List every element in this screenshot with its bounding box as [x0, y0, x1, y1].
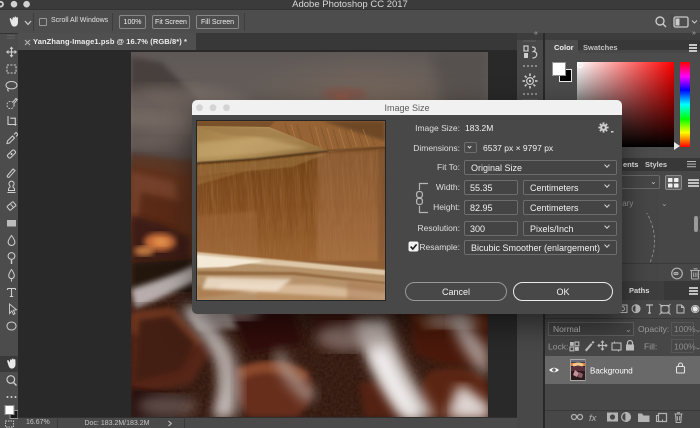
svg-text:fx: fx	[589, 413, 598, 424]
svg-text:Fill:: Fill:	[644, 342, 657, 352]
svg-text:⌄: ⌄	[625, 325, 632, 334]
svg-text:100%: 100%	[674, 324, 696, 334]
svg-text:100%: 100%	[674, 342, 696, 352]
svg-text:Normal: Normal	[553, 324, 581, 334]
svg-text:⌄: ⌄	[695, 343, 700, 352]
svg-text:⌄: ⌄	[695, 325, 700, 334]
svg-text:Lock:: Lock:	[548, 342, 568, 352]
svg-text:Opacity:: Opacity:	[638, 324, 669, 334]
svg-text:Background: Background	[590, 367, 633, 376]
